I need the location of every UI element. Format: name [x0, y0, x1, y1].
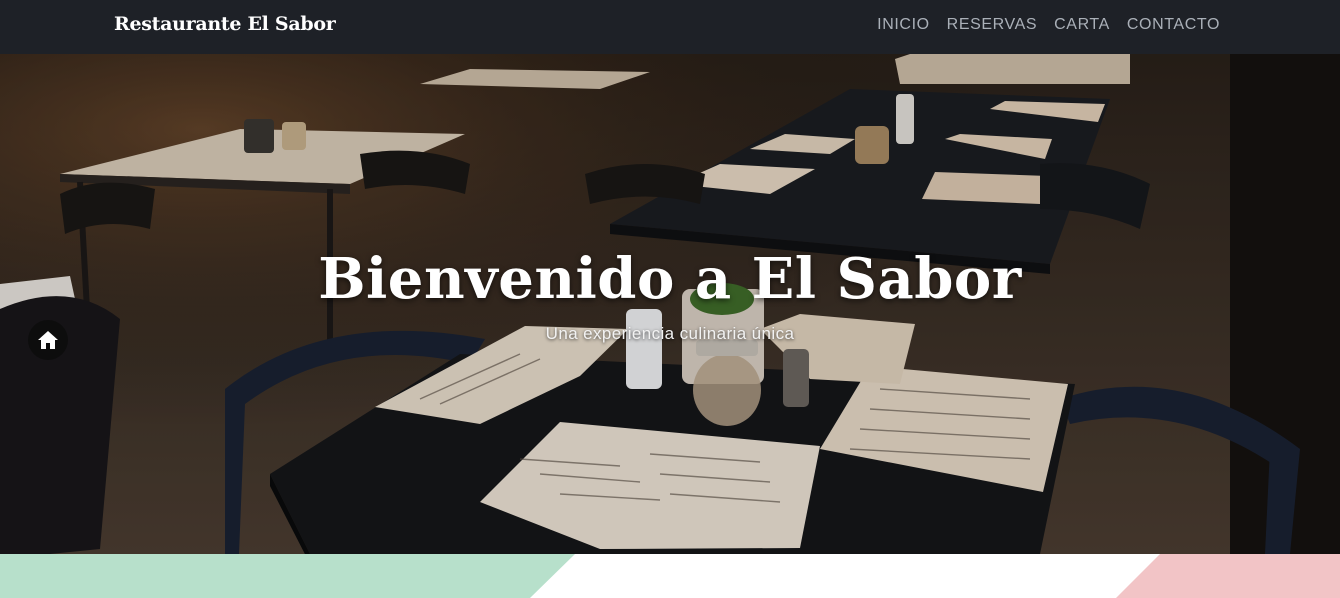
hero-subtitle: Una experiencia culinaria única — [545, 324, 795, 343]
navbar: Restaurante El Sabor INICIO RESERVAS CAR… — [0, 0, 1340, 54]
nav-link-contacto[interactable]: CONTACTO — [1127, 16, 1220, 34]
nav-links: INICIO RESERVAS CARTA CONTACTO — [877, 16, 1220, 34]
home-icon — [38, 331, 58, 349]
home-button[interactable] — [28, 320, 68, 360]
brand-logo[interactable]: Restaurante El Sabor — [114, 13, 336, 35]
hero-title: Bienvenido a El Sabor — [318, 246, 1022, 312]
nav-link-carta[interactable]: CARTA — [1054, 16, 1110, 34]
hero-section: Bienvenido a El Sabor Una experiencia cu… — [0, 54, 1340, 554]
nav-link-reservas[interactable]: RESERVAS — [947, 16, 1037, 34]
nav-link-inicio[interactable]: INICIO — [877, 16, 930, 34]
strip-green — [0, 554, 575, 598]
bottom-decorative-strip — [0, 554, 1340, 598]
